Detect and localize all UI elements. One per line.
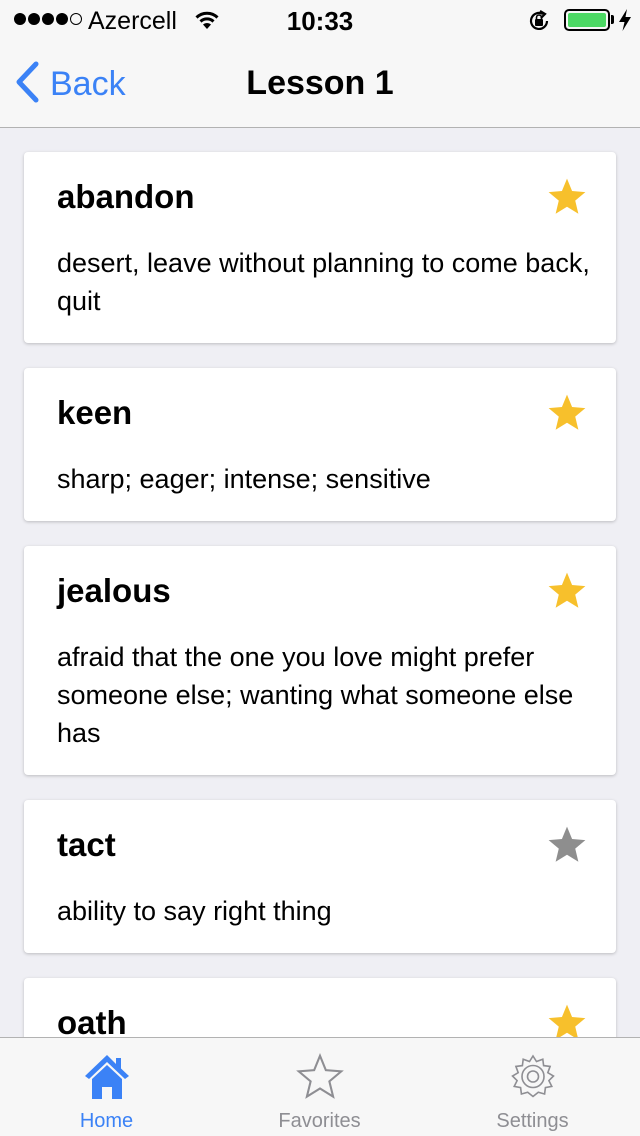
battery-icon: [564, 9, 610, 31]
favorite-star-icon[interactable]: [546, 570, 588, 617]
tab-bar: Home Favorites Settings: [0, 1037, 640, 1136]
favorite-star-icon[interactable]: [546, 392, 588, 439]
word-title: oath: [57, 1004, 127, 1037]
word-title: jealous: [57, 572, 171, 609]
tab-settings[interactable]: Settings: [426, 1038, 639, 1136]
tab-label: Settings: [496, 1110, 569, 1132]
word-title: abandon: [57, 178, 195, 215]
home-icon: [83, 1052, 131, 1107]
word-list[interactable]: abandon desert, leave without planning t…: [0, 129, 640, 1037]
battery-tip: [611, 15, 614, 24]
tab-favorites[interactable]: Favorites: [213, 1038, 426, 1136]
word-card[interactable]: tact ability to say right thing: [24, 800, 616, 953]
star-outline-icon: [294, 1052, 346, 1107]
word-definition: ability to say right thing: [57, 896, 332, 926]
word-card[interactable]: keen sharp; eager; intense; sensitive: [24, 368, 616, 521]
word-definition: afraid that the one you love might prefe…: [57, 642, 574, 748]
word-definition: desert, leave without planning to come b…: [57, 248, 590, 316]
tab-home[interactable]: Home: [0, 1038, 213, 1136]
favorite-star-icon[interactable]: [546, 176, 588, 223]
navigation-bar: Back Lesson 1: [0, 40, 640, 128]
favorite-star-icon[interactable]: [546, 824, 588, 871]
gear-icon: [508, 1052, 558, 1107]
word-card[interactable]: jealous afraid that the one you love mig…: [24, 546, 616, 775]
word-title: tact: [57, 826, 116, 863]
tab-label: Favorites: [278, 1110, 361, 1132]
word-definition: sharp; eager; intense; sensitive: [57, 464, 431, 494]
rotation-lock-icon: [526, 8, 552, 41]
word-title: keen: [57, 394, 133, 431]
charging-bolt-icon: [618, 8, 632, 39]
word-card[interactable]: oath: [24, 978, 616, 1037]
favorite-star-icon[interactable]: [546, 1002, 588, 1037]
page-title: Lesson 1: [246, 64, 394, 102]
tab-label: Home: [79, 1110, 134, 1132]
status-bar: Azercell 10:33: [0, 0, 640, 40]
word-card[interactable]: abandon desert, leave without planning t…: [24, 152, 616, 343]
